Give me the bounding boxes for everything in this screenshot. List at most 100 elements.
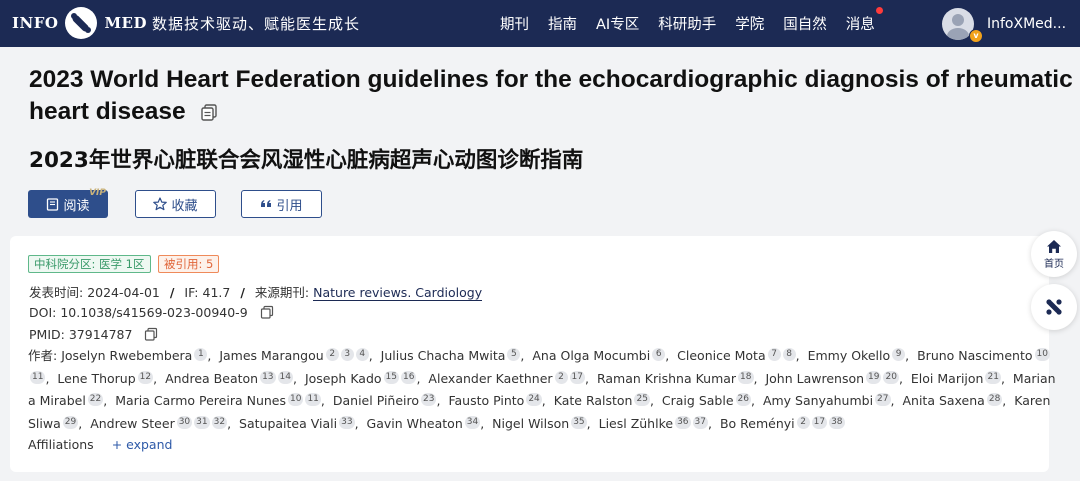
- affiliation-number-badge[interactable]: 5: [507, 348, 521, 361]
- author-name[interactable]: Andrew Steer: [90, 416, 175, 431]
- affiliation-number-badge[interactable]: 18: [738, 370, 754, 384]
- author-name[interactable]: Joselyn Rwebembera: [61, 348, 192, 363]
- affiliation-number-badge[interactable]: 15: [383, 370, 399, 384]
- author-name[interactable]: Liesl Zühlke: [599, 416, 673, 431]
- affiliation-number-badge[interactable]: 27: [875, 393, 891, 406]
- affiliation-number-badge[interactable]: 17: [569, 370, 585, 384]
- author-item: Anita Saxena 28,: [902, 393, 1010, 408]
- affiliation-number-badge[interactable]: 11: [305, 393, 321, 406]
- author-name[interactable]: Ana Olga Mocumbi: [532, 348, 650, 363]
- affiliation-number-badge[interactable]: 16: [401, 370, 417, 384]
- nav-messages[interactable]: 消息: [846, 7, 883, 34]
- author-name[interactable]: Craig Sable: [662, 393, 734, 408]
- author-name[interactable]: Julius Chacha Mwita: [381, 348, 506, 363]
- author-name[interactable]: Bo Reményi: [720, 416, 795, 431]
- author-name[interactable]: Eloi Marijon: [911, 371, 984, 386]
- author-name[interactable]: Joseph Kado: [305, 371, 382, 386]
- author-name[interactable]: Raman Krishna Kumar: [597, 371, 736, 386]
- author-name[interactable]: Amy Sanyahumbi: [763, 393, 873, 408]
- affiliation-number-badge[interactable]: 14: [277, 370, 293, 384]
- author-name[interactable]: Gavin Wheaton: [367, 416, 463, 431]
- affiliation-number-badge[interactable]: 25: [634, 393, 650, 406]
- affiliation-number-badge[interactable]: 33: [339, 415, 355, 429]
- affiliation-number-badge[interactable]: 28: [986, 393, 1003, 406]
- affiliation-number-badge[interactable]: 12: [137, 370, 154, 384]
- affiliation-number-badge[interactable]: 3: [340, 348, 354, 361]
- nav-guidelines[interactable]: 指南: [548, 13, 577, 34]
- journal-link[interactable]: Nature reviews. Cardiology: [313, 285, 483, 301]
- cited-count-badge[interactable]: 被引用: 5: [158, 255, 220, 273]
- author-name[interactable]: Lene Thorup: [57, 371, 135, 386]
- author-name[interactable]: Emmy Okello: [808, 348, 891, 363]
- author-name[interactable]: Satupaitea Viali: [239, 416, 337, 431]
- affiliation-number-badge[interactable]: 37: [692, 415, 708, 429]
- affiliation-number-badge[interactable]: 7: [767, 348, 781, 361]
- affiliation-number-badge[interactable]: 4: [355, 348, 369, 361]
- author-name[interactable]: Andrea Beaton: [165, 371, 258, 386]
- affiliation-number-badge[interactable]: 2: [796, 415, 810, 429]
- author-item: Kate Ralston 25,: [554, 393, 658, 408]
- read-button[interactable]: 阅读 VIP: [28, 188, 108, 218]
- affiliation-number-badge[interactable]: 32: [211, 415, 228, 429]
- logo-mark-icon: [65, 7, 98, 39]
- float-home-button[interactable]: 首页: [1031, 231, 1077, 277]
- affiliation-number-badge[interactable]: 36: [675, 415, 691, 429]
- affiliation-number-badge[interactable]: 26: [735, 393, 751, 406]
- author-name[interactable]: Alexander Kaethner: [428, 371, 552, 386]
- author-name[interactable]: Daniel Piñeiro: [333, 393, 419, 408]
- affiliation-number-badge[interactable]: 24: [526, 393, 542, 406]
- username[interactable]: InfoXMed...: [987, 16, 1066, 32]
- author-name[interactable]: Anita Saxena: [902, 393, 984, 408]
- affiliation-number-badge[interactable]: 38: [829, 415, 845, 429]
- affiliation-number-badge[interactable]: 2: [325, 348, 339, 361]
- affiliation-number-badge[interactable]: 6: [652, 348, 666, 361]
- author-name[interactable]: Bruno Nascimento: [917, 348, 1032, 363]
- copy-title-icon[interactable]: [200, 103, 218, 121]
- author-name[interactable]: Nigel Wilson: [492, 416, 569, 431]
- affiliation-number-badge[interactable]: 30: [176, 415, 193, 429]
- affiliation-number-badge[interactable]: 11: [30, 370, 46, 384]
- float-home-label: 首页: [1044, 258, 1064, 270]
- copy-doi-icon[interactable]: [260, 305, 274, 319]
- nav-journals[interactable]: 期刊: [500, 13, 529, 34]
- affiliations-label: Affiliations: [28, 437, 94, 452]
- author-separator: ,: [905, 348, 910, 363]
- author-name[interactable]: Maria Carmo Pereira Nunes: [115, 393, 286, 408]
- affiliation-number-badge[interactable]: 20: [883, 370, 899, 384]
- author-item: Craig Sable 26,: [662, 393, 759, 408]
- affiliation-number-badge[interactable]: 1: [194, 348, 208, 361]
- affiliation-number-badge[interactable]: 21: [985, 370, 1001, 384]
- infomed-logo[interactable]: INFO MED: [12, 6, 147, 40]
- affiliation-number-badge[interactable]: 35: [571, 415, 587, 429]
- affiliation-number-badge[interactable]: 8: [782, 348, 796, 361]
- affiliation-number-badge[interactable]: 34: [464, 415, 481, 429]
- author-item: James Marangou 2 3 4,: [219, 348, 376, 363]
- affiliation-number-badge[interactable]: 17: [811, 415, 828, 429]
- author-name[interactable]: James Marangou: [219, 348, 323, 363]
- author-name[interactable]: Cleonice Mota: [677, 348, 765, 363]
- published-date: 2024-04-01: [87, 285, 160, 300]
- affiliation-number-badge[interactable]: 22: [87, 393, 104, 406]
- favorite-button[interactable]: 收藏: [135, 190, 216, 218]
- author-name[interactable]: Kate Ralston: [554, 393, 633, 408]
- affiliation-number-badge[interactable]: 10: [288, 393, 304, 406]
- copy-pmid-icon[interactable]: [144, 327, 158, 341]
- affiliation-number-badge[interactable]: 29: [62, 415, 79, 429]
- affiliation-number-badge[interactable]: 10: [1034, 348, 1050, 361]
- float-tool-button[interactable]: [1031, 284, 1077, 330]
- affiliation-number-badge[interactable]: 9: [892, 348, 906, 361]
- author-name[interactable]: Fausto Pinto: [448, 393, 524, 408]
- affiliation-number-badge[interactable]: 2: [554, 370, 568, 384]
- user-menu[interactable]: InfoXMed...: [942, 7, 1066, 41]
- expand-affiliations-link[interactable]: + expand: [112, 437, 173, 452]
- affiliation-number-badge[interactable]: 31: [194, 415, 210, 429]
- affiliation-number-badge[interactable]: 13: [260, 370, 276, 384]
- author-name[interactable]: John Lawrenson: [765, 371, 864, 386]
- nav-nsfc[interactable]: 国自然: [783, 13, 827, 34]
- nav-research-assistant[interactable]: 科研助手: [658, 13, 716, 34]
- affiliation-number-badge[interactable]: 23: [421, 393, 437, 406]
- nav-academy[interactable]: 学院: [735, 13, 764, 34]
- affiliation-number-badge[interactable]: 19: [866, 370, 882, 384]
- cite-button[interactable]: 引用: [241, 190, 322, 218]
- nav-ai-zone[interactable]: AI专区: [596, 13, 639, 34]
